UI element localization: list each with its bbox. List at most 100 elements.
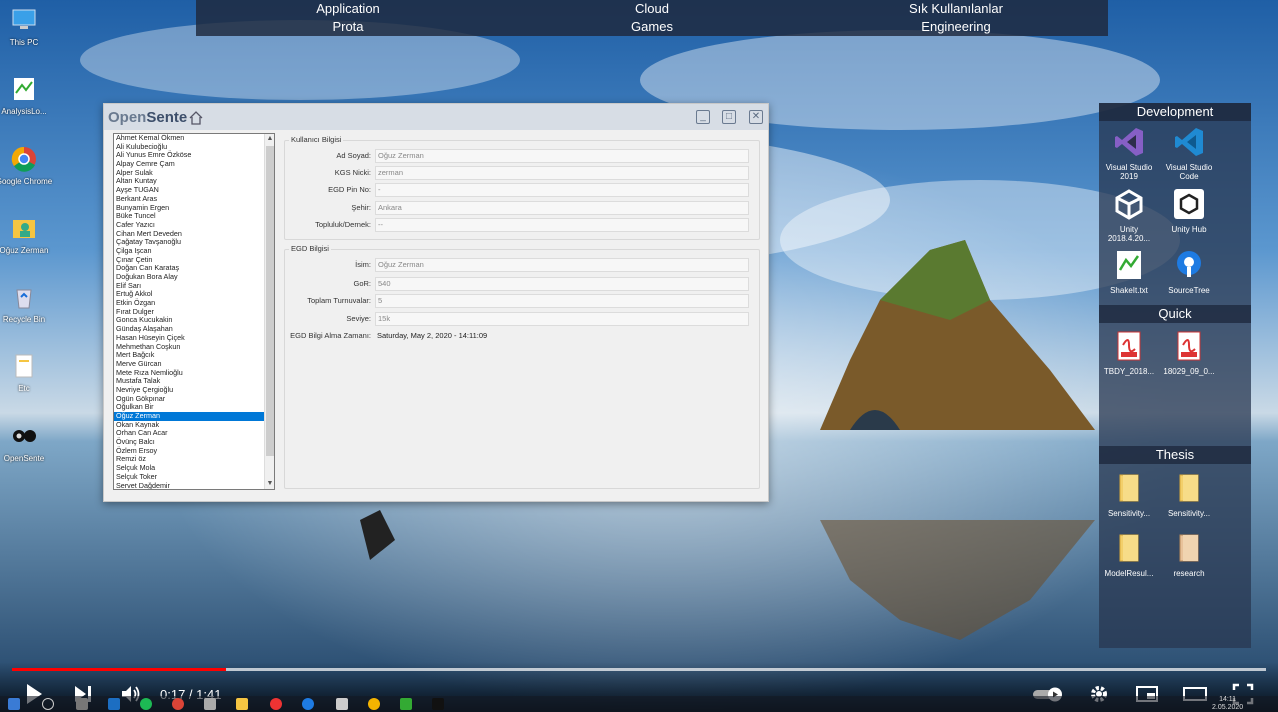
folder-icon — [1179, 474, 1199, 502]
computer-icon — [12, 9, 36, 29]
app-label: Unity Hub — [1171, 225, 1207, 234]
user-list: Ahmet Kemal Ökmen Ali Kulubecioğlu Ali Yun… — [114, 134, 274, 489]
close-button[interactable]: ✕ — [749, 110, 763, 124]
field-row: EGD Pin No: - — [285, 183, 761, 197]
folder-sensitivity-1[interactable]: Sensitivity... — [1099, 471, 1159, 518]
opensente-icon — [13, 430, 36, 442]
opensente-window: OpenSente _ □ ✕ Ahmet Kemal Ökmen Ali Kul… — [103, 103, 769, 502]
logo-sente: Sente — [146, 109, 188, 126]
fetch-time-value: Saturday, May 2, 2020 - 14:11:09 — [377, 331, 488, 340]
folder-modelresults[interactable]: ModelResul... — [1099, 531, 1159, 578]
gor-field[interactable]: 540 — [375, 277, 749, 291]
home-icon[interactable] — [188, 110, 204, 126]
video-progress-bar[interactable] — [12, 668, 1266, 671]
field-label: GoR: — [353, 279, 371, 288]
egd-pin-field[interactable]: - — [375, 183, 749, 197]
scroll-up-icon[interactable]: ▲ — [265, 134, 274, 144]
app-unity-hub[interactable]: Unity Hub — [1159, 187, 1219, 234]
opensente-taskbar-icon[interactable] — [432, 698, 444, 710]
visual-studio-icon — [1115, 128, 1143, 156]
field-row: Toplam Turnuvalar: 5 — [285, 294, 761, 308]
folder-sensitivity-2[interactable]: Sensitivity... — [1159, 471, 1219, 518]
desktop-icon-opensente[interactable]: OpenSente — [0, 422, 54, 463]
menu-prota[interactable]: Prota — [196, 18, 500, 36]
task-view-icon[interactable] — [76, 698, 88, 710]
name-field[interactable]: Oğuz Zerman — [375, 149, 749, 163]
desktop-icon-label: Google Chrome — [0, 177, 53, 186]
folder-research[interactable]: research — [1159, 531, 1219, 578]
maximize-button[interactable]: □ — [722, 110, 736, 124]
menu-application[interactable]: Application — [196, 0, 500, 18]
clock-time: 14:11 — [1219, 696, 1237, 703]
taskbar-app-icon[interactable] — [108, 698, 120, 710]
start-icon[interactable] — [8, 698, 20, 710]
field-row: GoR: 540 — [285, 277, 761, 291]
section-header-thesis: Thesis — [1099, 446, 1251, 464]
app-label: Visual Studio Code — [1165, 163, 1213, 181]
folder-icon — [1179, 534, 1199, 562]
opera-icon[interactable] — [270, 698, 282, 710]
user-list-item[interactable]: Servet Dağdemir — [114, 481, 274, 489]
taskbar-app-icon[interactable] — [336, 698, 348, 710]
recycle-bin-icon — [16, 289, 32, 309]
unity-icon — [1115, 189, 1143, 220]
window-titlebar[interactable]: OpenSente _ □ ✕ — [104, 104, 768, 130]
played-bar — [12, 668, 226, 671]
field-row: EGD Bilgi Alma Zamanı: Saturday, May 2, 2… — [285, 329, 761, 343]
search-icon[interactable] — [42, 698, 54, 710]
tournaments-field[interactable]: 5 — [375, 294, 749, 308]
menu-cloud[interactable]: Cloud — [500, 0, 804, 18]
club-field[interactable]: -- — [375, 218, 749, 232]
field-row: Topluluk/Dernek: -- — [285, 218, 761, 232]
field-row: KGS Nicki: zerman — [285, 166, 761, 180]
sourcetree-taskbar-icon[interactable] — [302, 698, 314, 710]
taskbar-app-icon[interactable] — [204, 698, 216, 710]
scroll-down-icon[interactable]: ▼ — [265, 479, 274, 489]
desktop-icon-chrome[interactable]: Google Chrome — [0, 145, 54, 186]
scrollbar-thumb[interactable] — [266, 146, 274, 456]
file-pdf-tbdy[interactable]: TBDY_2018... — [1099, 329, 1159, 376]
app-shakeit[interactable]: ShakeIt.txt — [1099, 248, 1159, 295]
desktop-icon-analysis[interactable]: AnalysisLo... — [0, 75, 54, 116]
field-row: Şehir: Ankara — [285, 201, 761, 215]
file-explorer-icon[interactable] — [236, 698, 248, 710]
desktop-icon-etc[interactable]: Etc — [0, 352, 54, 393]
spotify-icon[interactable] — [140, 698, 152, 710]
file-pdf-18029[interactable]: 18029_09_0... — [1159, 329, 1219, 376]
taskbar-clock[interactable]: 14:11 2.05.2020 — [1212, 696, 1243, 712]
chrome-canary-icon[interactable] — [368, 698, 380, 710]
app-unity[interactable]: Unity 2018.4.20... — [1099, 187, 1159, 243]
egd-name-field[interactable]: Oğuz Zerman — [375, 258, 749, 272]
section-header-quick: Quick — [1099, 305, 1251, 323]
field-label: Seviye: — [346, 314, 371, 323]
kgs-nick-field[interactable]: zerman — [375, 166, 749, 180]
unity-hub-icon — [1174, 189, 1204, 219]
desktop-icon-this-pc[interactable]: This PC — [0, 6, 54, 47]
field-row: Ad Soyad: Oğuz Zerman — [285, 149, 761, 163]
app-visual-studio[interactable]: Visual Studio 2019 — [1099, 125, 1159, 181]
field-label: Şehir: — [351, 203, 371, 212]
text-file-icon — [1117, 251, 1141, 279]
desktop-icon-user-folder[interactable]: Oğuz Zerman — [0, 214, 54, 255]
menu-games[interactable]: Games — [500, 18, 804, 36]
app-vscode[interactable]: Visual Studio Code — [1159, 125, 1219, 181]
listbox-scrollbar[interactable]: ▲ ▼ — [264, 134, 274, 489]
group-title: Kullanıcı Bilgisi — [289, 135, 344, 144]
chrome-icon — [11, 146, 36, 172]
app-label: ShakeIt.txt — [1110, 286, 1148, 295]
app-sourcetree[interactable]: SourceTree — [1159, 248, 1219, 295]
desktop-icon-label: Etc — [18, 384, 30, 393]
folder-label: Sensitivity... — [1167, 509, 1211, 518]
menu-favorites[interactable]: Sık Kullanılanlar — [804, 0, 1108, 18]
field-label: Topluluk/Dernek: — [315, 220, 371, 229]
notepad-icon[interactable] — [400, 698, 412, 710]
chrome-taskbar-icon[interactable] — [172, 698, 184, 710]
city-field[interactable]: Ankara — [375, 201, 749, 215]
minimize-button[interactable]: _ — [696, 110, 710, 124]
level-field[interactable]: 15k — [375, 312, 749, 326]
user-folder-icon — [13, 220, 35, 238]
sourcetree-icon — [1177, 251, 1201, 277]
user-listbox[interactable]: Ahmet Kemal Ökmen Ali Kulubecioğlu Ali Yun… — [113, 133, 275, 490]
desktop-icon-recycle-bin[interactable]: Recycle Bin — [0, 283, 54, 324]
menu-engineering[interactable]: Engineering — [804, 18, 1108, 36]
